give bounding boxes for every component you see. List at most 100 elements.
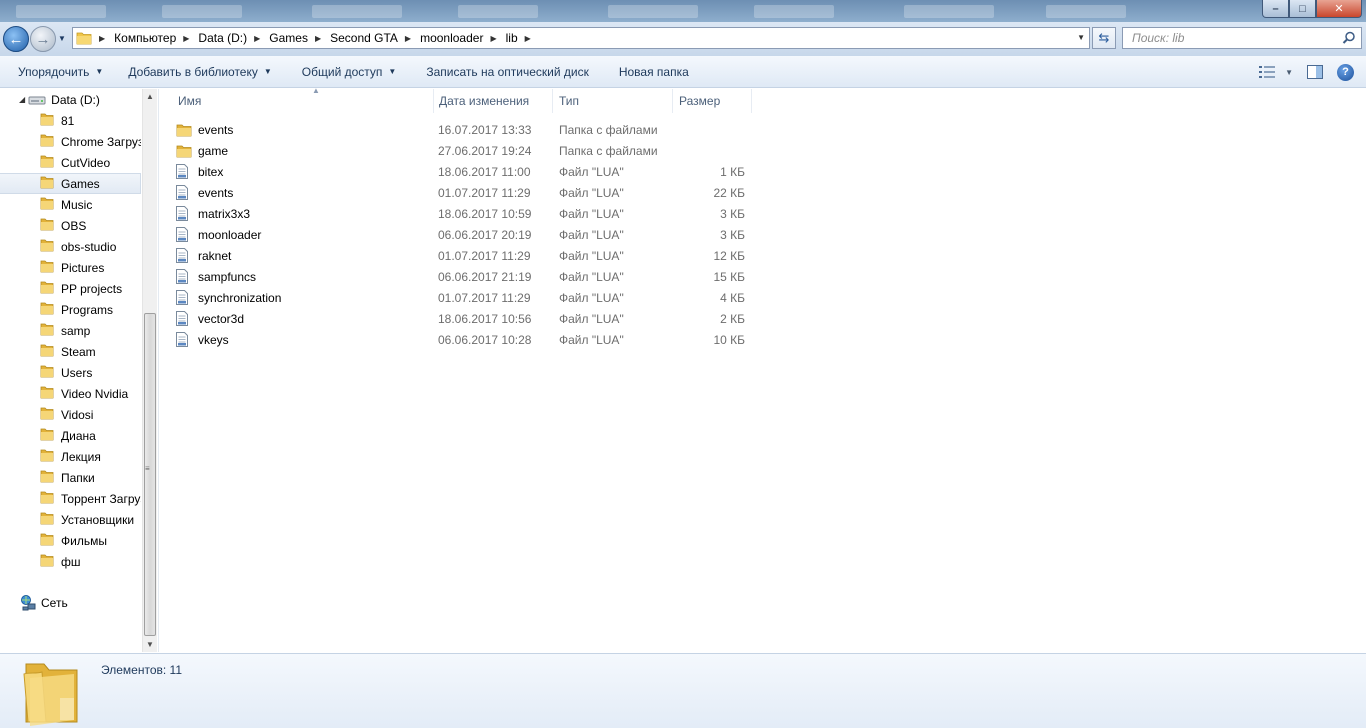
command-bar-right: ▼ ? xyxy=(1259,60,1354,84)
column-header-date[interactable]: Дата изменения xyxy=(433,89,553,113)
tree-item-folder[interactable]: фш xyxy=(0,551,141,572)
breadcrumb-second-gta[interactable]: Second GTA xyxy=(327,28,401,48)
file-row[interactable]: vector3d 18.06.2017 10:56 Файл "LUA" 2 КБ xyxy=(176,308,766,329)
breadcrumb-lib[interactable]: lib xyxy=(503,28,521,48)
address-history-dropdown[interactable]: ▼ xyxy=(1077,33,1085,42)
add-to-library-button[interactable]: Добавить в библиотеку ▼ xyxy=(120,60,279,84)
preview-pane-button[interactable] xyxy=(1303,60,1327,84)
tree-item-folder[interactable]: Games xyxy=(0,173,141,194)
tree-item-folder[interactable]: Диана xyxy=(0,425,141,446)
breadcrumb-moonloader[interactable]: moonloader xyxy=(417,28,486,48)
folder-row[interactable]: events 16.07.2017 13:33 Папка с файлами xyxy=(176,119,766,140)
column-header-type[interactable]: Тип xyxy=(553,89,673,113)
breadcrumb-separator[interactable]: ▶ xyxy=(179,34,195,43)
collapse-icon[interactable]: ◢ xyxy=(19,95,25,104)
tree-item-folder[interactable]: PP projects xyxy=(0,278,141,299)
tree-item-network[interactable]: Сеть xyxy=(0,592,141,613)
tree-item-label: Фильмы xyxy=(61,533,107,548)
tree-item-folder[interactable]: samp xyxy=(0,320,141,341)
file-type: Файл "LUA" xyxy=(559,311,624,326)
file-row[interactable]: bitex 18.06.2017 11:00 Файл "LUA" 1 КБ xyxy=(176,161,766,182)
folder-icon xyxy=(40,343,54,360)
tree-item-folder[interactable]: Папки xyxy=(0,467,141,488)
search-input[interactable]: Поиск: lib xyxy=(1122,27,1362,49)
breadcrumb-separator[interactable]: ▶ xyxy=(401,34,417,43)
folder-icon xyxy=(40,469,54,486)
recent-pages-dropdown[interactable]: ▼ xyxy=(58,34,66,43)
taskbar-ghost-tab xyxy=(904,5,994,18)
file-row[interactable]: raknet 01.07.2017 11:29 Файл "LUA" 12 КБ xyxy=(176,245,766,266)
tree-item-label: Data (D:) xyxy=(51,92,100,107)
lua-file-icon xyxy=(176,164,198,179)
column-label: Размер xyxy=(679,94,721,108)
file-date: 01.07.2017 11:29 xyxy=(438,248,531,263)
breadcrumb-separator[interactable]: ▶ xyxy=(521,34,537,43)
tree-item-folder[interactable]: Торрент Загрузки xyxy=(0,488,141,509)
breadcrumb-separator[interactable]: ▶ xyxy=(311,34,327,43)
file-date: 01.07.2017 11:29 xyxy=(438,290,531,305)
tree-item-folder[interactable]: Лекция xyxy=(0,446,141,467)
back-button[interactable]: ← xyxy=(3,26,29,52)
folder-row[interactable]: game 27.06.2017 19:24 Папка с файлами xyxy=(176,140,766,161)
tree-item-folder[interactable]: 81 xyxy=(0,110,141,131)
file-type: Папка с файлами xyxy=(559,122,658,137)
file-row[interactable]: moonloader 06.06.2017 20:19 Файл "LUA" 3 КБ xyxy=(176,224,766,245)
scroll-up-icon[interactable]: ▲ xyxy=(146,92,154,101)
minimize-button[interactable]: – xyxy=(1262,0,1289,18)
breadcrumb-separator[interactable]: ▶ xyxy=(95,34,111,43)
folder-icon xyxy=(40,532,54,549)
forward-button[interactable]: → xyxy=(30,26,56,52)
tree-item-folder[interactable]: Video Nvidia xyxy=(0,383,141,404)
file-row[interactable]: matrix3x3 18.06.2017 10:59 Файл "LUA" 3 КБ xyxy=(176,203,766,224)
file-type: Файл "LUA" xyxy=(559,290,624,305)
tree-item-folder[interactable]: Steam xyxy=(0,341,141,362)
sort-ascending-icon: ▲ xyxy=(312,86,320,95)
change-view-button[interactable]: ▼ xyxy=(1259,60,1293,84)
file-date: 06.06.2017 20:19 xyxy=(438,227,532,242)
address-bar[interactable]: ▶ Компьютер ▶ Data (D:) ▶ Games ▶ Second… xyxy=(72,27,1090,49)
breadcrumb-separator[interactable]: ▶ xyxy=(486,34,502,43)
tree-item-folder[interactable]: Users xyxy=(0,362,141,383)
tree-item-folder[interactable]: obs-studio xyxy=(0,236,141,257)
tree-item-folder[interactable]: Фильмы xyxy=(0,530,141,551)
maximize-button[interactable]: □ xyxy=(1289,0,1316,18)
scroll-down-icon[interactable]: ▼ xyxy=(146,640,154,649)
tree-item-folder[interactable]: CutVideo xyxy=(0,152,141,173)
file-date: 18.06.2017 11:00 xyxy=(438,164,531,179)
organize-button[interactable]: Упорядочить ▼ xyxy=(10,60,111,84)
help-button[interactable]: ? xyxy=(1337,63,1354,81)
tree-item-folder[interactable]: Pictures xyxy=(0,257,141,278)
search-placeholder: Поиск: lib xyxy=(1132,31,1185,45)
refresh-button[interactable]: ⇆ xyxy=(1092,27,1116,49)
tree-item-label: Users xyxy=(61,365,93,380)
search-icon[interactable] xyxy=(1342,31,1356,45)
column-header-name[interactable]: Имя ▲ xyxy=(172,86,434,113)
share-button[interactable]: Общий доступ ▼ xyxy=(294,60,405,84)
breadcrumb-games[interactable]: Games xyxy=(266,28,311,48)
new-folder-button[interactable]: Новая папка xyxy=(611,60,697,84)
tree-item-folder[interactable]: Установщики xyxy=(0,509,141,530)
close-button[interactable]: ✕ xyxy=(1316,0,1362,18)
tree-item-label: obs-studio xyxy=(61,239,117,254)
tree-item-folder[interactable]: Programs xyxy=(0,299,141,320)
chevron-down-icon[interactable]: ▼ xyxy=(1285,68,1293,77)
tree-item-folder[interactable]: OBS xyxy=(0,215,141,236)
file-size: 12 КБ xyxy=(713,248,745,263)
column-header-size[interactable]: Размер xyxy=(673,89,752,113)
tree-item-folder[interactable]: Vidosi xyxy=(0,404,141,425)
tree-item-drive[interactable]: ◢ Data (D:) xyxy=(0,89,141,110)
navigation-scrollbar[interactable]: ▲ ≡ ▼ xyxy=(142,89,157,652)
network-icon xyxy=(21,594,36,610)
file-row[interactable]: vkeys 06.06.2017 10:28 Файл "LUA" 10 КБ xyxy=(176,329,766,350)
file-name: vector3d xyxy=(198,311,245,326)
tree-item-folder[interactable]: Chrome Загрузки xyxy=(0,131,141,152)
file-row[interactable]: sampfuncs 06.06.2017 21:19 Файл "LUA" 15 КБ xyxy=(176,266,766,287)
file-row[interactable]: synchronization 01.07.2017 11:29 Файл "LUA… xyxy=(176,287,766,308)
breadcrumb-drive[interactable]: Data (D:) xyxy=(195,28,250,48)
scrollbar-thumb[interactable] xyxy=(144,313,156,636)
breadcrumb-separator[interactable]: ▶ xyxy=(250,34,266,43)
file-row[interactable]: events 01.07.2017 11:29 Файл "LUA" 22 КБ xyxy=(176,182,766,203)
burn-button[interactable]: Записать на оптический диск xyxy=(418,60,597,84)
breadcrumb-computer[interactable]: Компьютер xyxy=(111,28,179,48)
tree-item-folder[interactable]: Music xyxy=(0,194,141,215)
